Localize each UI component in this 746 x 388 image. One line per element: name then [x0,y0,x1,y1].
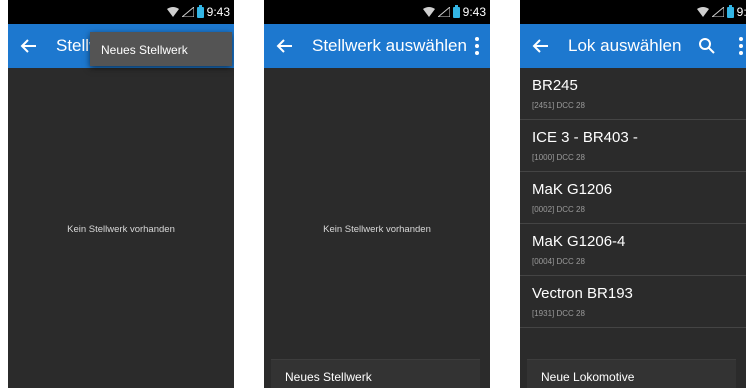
lok-name: Vectron BR193 [532,285,633,302]
overflow-menu-icon[interactable] [468,34,486,58]
back-arrow-icon[interactable] [530,35,552,57]
list-item[interactable]: Vectron BR193 [1931] DCC 28 [520,276,746,328]
status-bar: 9:43 [264,0,490,24]
signal-icon [437,7,450,17]
signal-icon [711,7,724,17]
screen-lok-auswaehlen: 9:43 Lok auswählen BR245 [2451] DCC 28 I… [520,0,746,388]
screen-stellwerk-auswaehlen: 9:43 Stellwerk auswählen Kein Stellwerk … [264,0,490,388]
back-arrow-icon[interactable] [18,35,40,57]
lok-address: [1000] DCC 28 [532,153,585,162]
list-item[interactable]: ICE 3 - BR403 - [1000] DCC 28 [520,120,746,172]
lok-name: BR245 [532,77,578,94]
list-item[interactable]: BR245 [2451] DCC 28 [520,68,746,120]
list-item[interactable]: MaK G1206-4 [0004] DCC 28 [520,224,746,276]
signal-icon [181,7,194,17]
status-time: 9:43 [736,5,746,19]
new-lokomotive-label: Neue Lokomotive [541,370,635,384]
new-stellwerk-label: Neues Stellwerk [285,370,372,384]
lok-name: MaK G1206-4 [532,233,626,250]
search-icon[interactable] [696,35,718,57]
overflow-popup-menu: Neues Stellwerk [90,32,232,66]
list-item[interactable]: MaK G1206 [0002] DCC 28 [520,172,746,224]
lok-list: BR245 [2451] DCC 28 ICE 3 - BR403 - [100… [520,68,746,328]
screen-stellwerk-menu: 9:43 Stellw Neues Stellwerk Kein Stellwe… [8,0,234,388]
lok-address: [0002] DCC 28 [532,205,585,214]
menu-item-neues-stellwerk[interactable]: Neues Stellwerk [101,43,188,57]
app-bar: Lok auswählen [520,24,746,68]
new-lokomotive-button[interactable]: Neue Lokomotive [527,359,736,388]
status-bar: 9:43 [520,0,746,24]
battery-icon [452,4,460,18]
lok-name: MaK G1206 [532,181,613,198]
page-title: Stellwerk auswählen [312,36,467,55]
lok-name: ICE 3 - BR403 - [532,129,638,146]
status-time: 9:43 [462,5,486,19]
back-arrow-icon[interactable] [274,35,296,57]
wifi-icon [422,7,435,17]
overflow-menu-icon[interactable] [732,34,746,58]
page-title: Lok auswählen [568,36,682,55]
empty-state-text: Kein Stellwerk vorhanden [323,224,431,235]
empty-state-text: Kein Stellwerk vorhanden [67,224,175,235]
battery-icon [726,4,734,18]
new-stellwerk-button[interactable]: Neues Stellwerk [271,359,480,388]
lok-address: [1931] DCC 28 [532,309,585,318]
wifi-icon [696,7,709,17]
lok-address: [2451] DCC 28 [532,101,585,110]
status-time: 9:43 [206,5,230,19]
app-bar: Stellwerk auswählen [264,24,490,68]
status-bar: 9:43 [8,0,234,24]
lok-address: [0004] DCC 28 [532,257,585,266]
battery-icon [196,4,204,18]
wifi-icon [166,7,179,17]
